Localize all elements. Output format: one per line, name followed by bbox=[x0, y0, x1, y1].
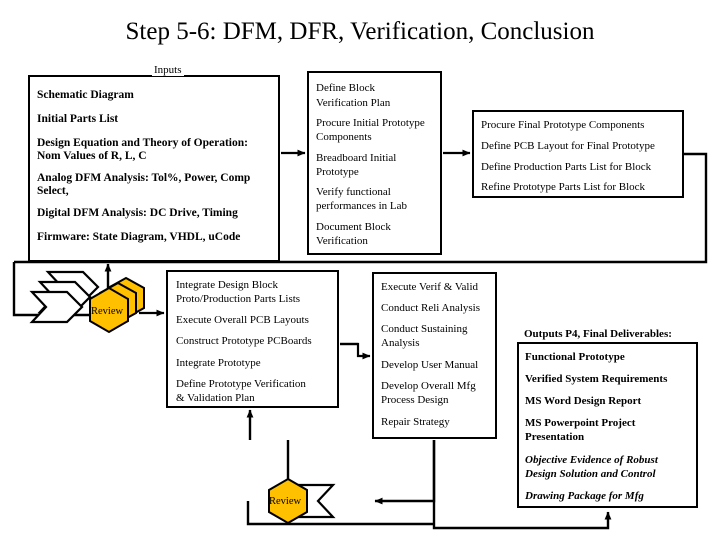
outputs-item-2: MS Word Design Report bbox=[525, 395, 642, 407]
final-item-2: Define Production Parts List for Block bbox=[481, 161, 652, 173]
outputs-item-0: Functional Prototype bbox=[525, 351, 625, 363]
outputs-item-4: Presentation bbox=[525, 431, 585, 443]
integrate-item-0: Integrate Design Block bbox=[176, 279, 279, 291]
outputs-item-5: Objective Evidence of Robust bbox=[525, 454, 658, 466]
final-prototype-panel: Procure Final Prototype Components Defin… bbox=[472, 110, 684, 198]
verification-item-8: Document Block bbox=[316, 221, 391, 233]
vv-item-2: Conduct Sustaining bbox=[381, 323, 468, 335]
vv-item-1: Conduct Reli Analysis bbox=[381, 302, 480, 314]
verification-item-2: Procure Initial Prototype bbox=[316, 117, 425, 129]
integrate-item-2: Execute Overall PCB Layouts bbox=[176, 314, 309, 326]
slide-title: Step 5-6: DFM, DFR, Verification, Conclu… bbox=[125, 18, 595, 45]
verification-item-7: performances in Lab bbox=[316, 200, 408, 212]
outputs-item-3: MS Powerpoint Project bbox=[525, 417, 636, 429]
inputs-item-1: Initial Parts List bbox=[37, 113, 119, 125]
verification-item-3: Components bbox=[316, 131, 372, 143]
connector-verifvalid-to-bottom-gate bbox=[374, 440, 436, 505]
inputs-caption: Inputs bbox=[152, 64, 184, 76]
chevron-arrow-1 bbox=[29, 290, 84, 324]
chevron-arrow-2 bbox=[37, 280, 92, 314]
verification-item-5: Prototype bbox=[316, 166, 359, 178]
inputs-item-4: Analog DFM Analysis: Tol%, Power, Comp bbox=[37, 172, 251, 184]
verification-item-4: Breadboard Initial bbox=[316, 152, 397, 164]
outputs-item-7: Drawing Package for Mfg bbox=[525, 490, 644, 502]
verification-item-0: Define Block bbox=[316, 82, 375, 94]
inputs-item-6: Digital DFM Analysis: DC Drive, Timing bbox=[37, 207, 238, 219]
inputs-item-0: Schematic Diagram bbox=[37, 89, 134, 101]
integrate-design-panel: Integrate Design Block Proto/Production … bbox=[166, 270, 339, 408]
outputs-item-1: Verified System Requirements bbox=[525, 373, 668, 385]
verification-item-9: Verification bbox=[316, 235, 368, 247]
inputs-panel: Schematic Diagram Initial Parts List Des… bbox=[28, 75, 280, 262]
chevron-arrow-3 bbox=[45, 270, 100, 304]
inputs-item-2: Design Equation and Theory of Operation: bbox=[37, 137, 248, 149]
review-gate-bottom-label[interactable]: Review bbox=[269, 496, 301, 507]
verification-validation-panel: Execute Verif & Valid Conduct Reli Analy… bbox=[372, 272, 497, 439]
slide-canvas: Step 5-6: DFM, DFR, Verification, Conclu… bbox=[0, 0, 720, 540]
integrate-item-6: & Validation Plan bbox=[176, 392, 255, 404]
inputs-item-7: Firmware: State Diagram, VHDL, uCode bbox=[37, 231, 241, 243]
integrate-item-1: Proto/Production Parts Lists bbox=[176, 293, 301, 305]
integrate-item-5: Define Prototype Verification bbox=[176, 378, 306, 390]
vv-item-5: Develop Overall Mfg bbox=[381, 380, 476, 392]
final-item-3: Refine Prototype Parts List for Block bbox=[481, 181, 646, 193]
stacked-chevron-arrows bbox=[29, 270, 100, 324]
review-gate-top-label[interactable]: Review bbox=[91, 306, 123, 317]
integrate-item-4: Integrate Prototype bbox=[176, 357, 261, 369]
outputs-caption: Outputs P4, Final Deliverables: bbox=[524, 328, 672, 340]
final-item-1: Define PCB Layout for Final Prototype bbox=[481, 140, 655, 152]
verification-item-1: Verification Plan bbox=[316, 97, 391, 109]
vv-item-4: Develop User Manual bbox=[381, 359, 479, 371]
final-item-0: Procure Final Prototype Components bbox=[481, 119, 645, 131]
vv-item-6: Process Design bbox=[381, 394, 449, 406]
connector-integrate-to-verifvalid-2 bbox=[340, 342, 371, 360]
verification-item-6: Verify functional bbox=[316, 186, 391, 198]
integrate-item-3: Construct Prototype PCBoards bbox=[176, 335, 312, 347]
block-verification-panel: Define Block Verification Plan Procure I… bbox=[307, 71, 442, 255]
vv-item-0: Execute Verif & Valid bbox=[381, 281, 479, 293]
review-gate-stack-top[interactable] bbox=[89, 276, 145, 334]
outputs-item-6: Design Solution and Control bbox=[525, 468, 656, 480]
vv-item-3: Analysis bbox=[381, 337, 420, 349]
outputs-panel: Functional Prototype Verified System Req… bbox=[517, 342, 698, 508]
review-hexagon-back-1 bbox=[99, 281, 137, 325]
inputs-item-3: Nom Values of R, L, C bbox=[37, 150, 147, 162]
inputs-item-5: Select, bbox=[37, 185, 69, 197]
vv-item-7: Repair Strategy bbox=[381, 416, 450, 428]
